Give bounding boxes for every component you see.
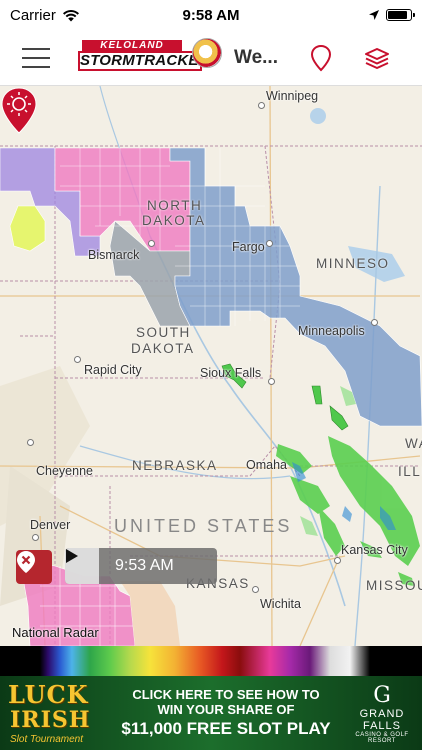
ad-luck-text: LUCK <box>8 680 89 709</box>
ad-brand2: FALLS <box>362 719 402 732</box>
kansas-city-dot <box>334 557 341 564</box>
sioux-falls-dot <box>268 378 275 385</box>
logo-bottom-text: STORMTRACKER <box>78 50 210 71</box>
status-left: Carrier <box>10 7 80 24</box>
wifi-icon <box>62 9 79 21</box>
city-rapid-city: Rapid City <box>84 363 142 377</box>
location-arrow-icon <box>369 10 379 20</box>
state-dakota-sd: DAKOTA <box>131 341 195 356</box>
radar-map[interactable]: Winnipeg NORTH DAKOTA Bismarck Fargo MIN… <box>0 86 422 646</box>
location-pin-icon[interactable] <box>305 42 337 74</box>
state-south: SOUTH <box>136 325 191 340</box>
current-location-pin-icon[interactable] <box>0 86 38 136</box>
rapid-city-dot <box>74 356 81 363</box>
ad-tourney-text: Slot Tournament <box>10 734 84 745</box>
city-fargo: Fargo <box>232 240 265 254</box>
city-wichita: Wichita <box>260 597 301 611</box>
state-iowa: WA <box>405 436 422 451</box>
bismarck-dot <box>148 240 155 247</box>
nav-title[interactable]: We... <box>234 47 278 69</box>
battery-icon <box>386 9 415 21</box>
nav-bar: KELOLAND STORMTRACKER We... <box>0 30 422 86</box>
ad-brand1: GRAND <box>359 707 405 720</box>
state-nebraska: NEBRASKA <box>132 458 218 473</box>
city-bismarck: Bismarck <box>88 248 140 262</box>
map-caption: National Radar <box>12 625 99 640</box>
carrier-label: Carrier <box>10 6 56 24</box>
close-pin-icon <box>17 551 35 573</box>
state-north: NORTH <box>147 198 203 213</box>
stormtracker-logo: KELOLAND STORMTRACKER <box>78 37 222 78</box>
city-kansas-city: Kansas City <box>341 543 408 557</box>
city-omaha: Omaha <box>246 458 287 472</box>
state-dakota-nd: DAKOTA <box>142 213 206 228</box>
radar-timestamp: 9:53 AM <box>115 557 174 574</box>
radar-color-legend <box>0 646 422 676</box>
ad-line3: $11,000 FREE SLOT PLAY <box>121 719 331 738</box>
logo-eye-icon <box>192 37 222 68</box>
status-right <box>368 9 415 21</box>
state-missouri: MISSOU <box>366 578 422 593</box>
state-illinois: ILLI <box>398 464 422 479</box>
play-icon <box>66 549 78 563</box>
city-cheyenne: Cheyenne <box>36 464 93 478</box>
state-minnesota: MINNESO <box>316 256 390 271</box>
city-sioux-falls: Sioux Falls <box>200 366 262 380</box>
winnipeg-dot <box>258 102 265 109</box>
denver-dot <box>32 534 39 541</box>
city-denver: Denver <box>30 518 71 532</box>
wichita-dot <box>252 586 259 593</box>
hamburger-menu-icon[interactable] <box>22 36 66 80</box>
close-layer-button[interactable] <box>16 550 52 584</box>
status-bar: Carrier 9:58 AM <box>0 0 422 30</box>
ad-banner[interactable]: LUCK IRISH Slot Tournament CLICK HERE TO… <box>0 676 422 750</box>
ad-line2: WIN YOUR SHARE OF <box>157 702 295 717</box>
city-winnipeg: Winnipeg <box>266 89 319 103</box>
ad-brand-logo: G GRAND FALLS CASINO & GOLF RESORT <box>342 683 422 744</box>
layers-icon[interactable] <box>361 42 393 74</box>
ad-message: CLICK HERE TO SEE HOW TO WIN YOUR SHARE … <box>110 687 342 739</box>
ad-irish-text: IRISH <box>10 707 91 733</box>
city-minneapolis: Minneapolis <box>298 324 365 338</box>
play-button[interactable] <box>65 548 99 584</box>
ad-luck-logo: LUCK IRISH Slot Tournament <box>0 676 110 750</box>
grand-falls-emblem-icon: G <box>373 682 391 708</box>
country-label: UNITED STATES <box>114 516 293 536</box>
cheyenne-dot <box>27 439 34 446</box>
fargo-dot <box>266 240 273 247</box>
minneapolis-dot <box>371 319 378 326</box>
ad-line1: CLICK HERE TO SEE HOW TO <box>132 687 320 702</box>
ad-brand3: CASINO & GOLF RESORT <box>355 731 409 744</box>
radar-player[interactable]: 9:53 AM <box>65 548 217 584</box>
